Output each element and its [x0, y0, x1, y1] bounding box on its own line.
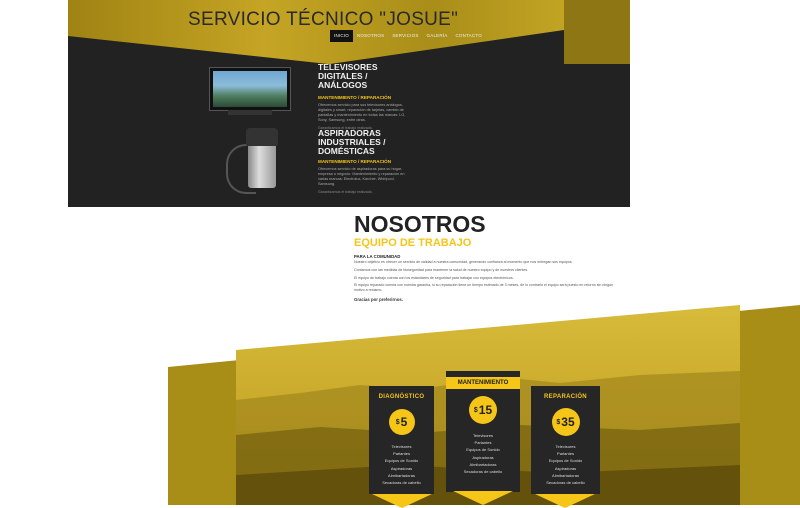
feature-item: Equipos de Sonido [384, 458, 419, 464]
about-heading: PARA LA COMUNIDAD [354, 254, 401, 259]
plan-price: $15 [469, 396, 497, 424]
hero-diagonal-left [68, 36, 328, 64]
about-title: NOSOTROS [354, 211, 486, 237]
vacuum-cleaner-head [246, 128, 278, 146]
feature-item: Equipos de Sonido [548, 458, 583, 464]
feature-item: Aspiradoras [472, 454, 494, 460]
site-title: SERVICIO TÉCNICO "JOSUE" [188, 9, 459, 30]
feature-item: Aspiradoras [554, 465, 577, 471]
service-title: ASPIRADORAS INDUSTRIALES / DOMÉSTICAS [318, 128, 386, 156]
nav-item-servicios[interactable]: SERVICIOS [388, 30, 422, 42]
service-description: Ofrecemos servicio para sus televisores … [318, 102, 406, 123]
nav-item-inicio[interactable]: INICIO [330, 30, 353, 42]
feature-item: Televisores [555, 444, 576, 449]
about-paragraph: Contamos con las medidas de bioseguridad… [354, 268, 529, 272]
price-currency: $ [473, 406, 478, 414]
feature-item: Secadoras de cabello [382, 480, 421, 486]
service-footer: Garantizamos el trabajo realizado. [318, 190, 373, 195]
about-paragraph: Nuestro objetivo es ofrecer un servicio … [354, 260, 573, 264]
nav-item-nosotros[interactable]: NOSOTROS [353, 30, 388, 42]
service-title: TELEVISORES DIGITALES / ANÁLOGOS [318, 62, 378, 90]
feature-item: Aspiradoras [390, 465, 413, 471]
about-thanks: Gracias por preferirnos. [354, 297, 403, 302]
feature-item: Secadoras de cabello [546, 480, 585, 486]
about-paragraph: El equipo de trabajo cuenta con los está… [354, 276, 514, 280]
feature-item: Televisores [472, 433, 493, 438]
feature-item: Televisores [391, 444, 412, 449]
nav-item-contacto[interactable]: CONTACTO [451, 30, 485, 42]
plan-name: REPARACIÓN [544, 394, 587, 400]
feature-item: Almibartadoras [469, 461, 497, 467]
main-nav: INICIO NOSOTROS SERVICIOS GALERÍA CONTAC… [330, 30, 486, 42]
plan-price: $35 [551, 408, 580, 436]
plan-features: Televisores Parlantes Equipos de Sonido … [531, 443, 600, 486]
feature-item: Almibartadoras [552, 472, 579, 478]
plan-card-diagnostico: DIAGNÓSTICO $5 Televisores Parlantes Equ… [369, 386, 434, 494]
plan-price: $5 [388, 409, 415, 435]
plan-name: MANTENIMIENTO [446, 377, 520, 389]
nav-item-galeria[interactable]: GALERÍA [423, 30, 452, 42]
plan-card-reparacion: REPARACIÓN $35 Televisores Parlantes Equ… [531, 386, 600, 494]
feature-item: Secadoras de cabello [463, 469, 503, 475]
feature-item: Parlantes [557, 451, 574, 457]
service-subtitle: MANTENIMIENTO / REPARACIÓN [318, 158, 392, 164]
feature-item: Almibartadoras [388, 472, 415, 478]
price-amount: 5 [400, 415, 408, 429]
plan-card-mantenimiento: MANTENIMIENTO $15 Televisores Parlantes … [446, 371, 520, 492]
plan-arrow[interactable] [372, 494, 432, 508]
service-description: Ofrecemos servicio de aspiradoras para s… [318, 166, 405, 187]
service-subtitle: MANTENIMIENTO / REPARACIÓN [318, 94, 392, 100]
plan-arrow[interactable] [453, 491, 513, 505]
plan-arrow[interactable] [535, 494, 595, 508]
price-currency: $ [395, 418, 400, 426]
feature-item: Parlantes [393, 451, 410, 457]
television-stand [228, 110, 272, 115]
feature-item: Parlantes [474, 440, 492, 446]
plan-name: DIAGNÓSTICO [378, 394, 425, 400]
hero-right-shade [564, 0, 630, 64]
television-image [209, 67, 291, 111]
service-card-tv: TELEVISORES DIGITALES / ANÁLOGOS MANTENI… [318, 62, 418, 131]
feature-item: Equipos de Sonido [466, 447, 500, 453]
plan-features: Televisores Parlantes Equipos de Sonido … [369, 443, 434, 486]
about-subtitle: EQUIPO DE TRABAJO [354, 237, 472, 249]
plan-features: Televisores Parlantes Equipos de Sonido … [446, 432, 520, 475]
service-card-vacuum: ASPIRADORAS INDUSTRIALES / DOMÉSTICAS MA… [318, 128, 412, 195]
price-amount: 15 [478, 403, 493, 417]
about-paragraph: El equipo reparado cuenta con nuestra ga… [354, 283, 614, 293]
price-amount: 35 [561, 415, 575, 429]
price-currency: $ [556, 418, 561, 426]
